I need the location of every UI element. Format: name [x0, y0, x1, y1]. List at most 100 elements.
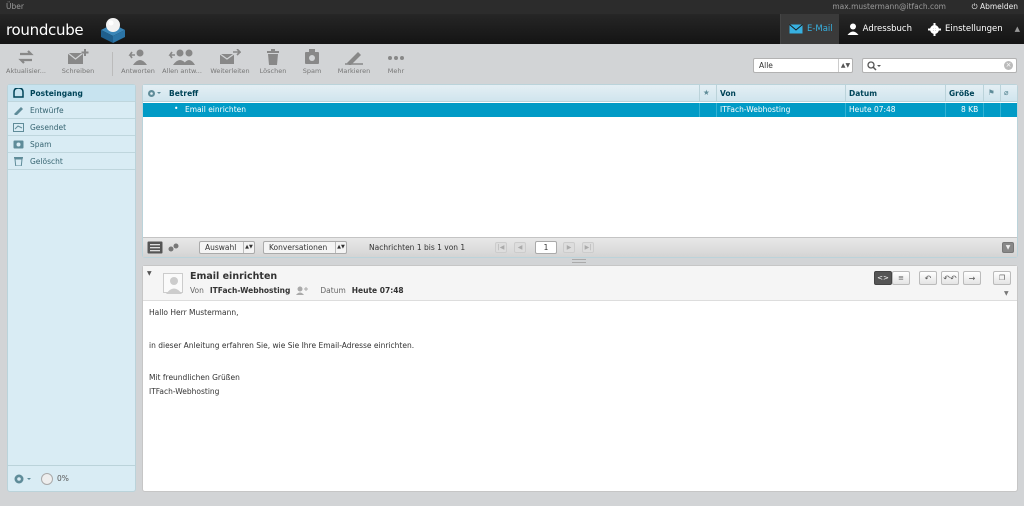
nav-settings-label: Einstellungen	[944, 24, 1003, 34]
next-page-icon[interactable]: ▶	[563, 242, 575, 253]
new-window-icon: ❐	[998, 274, 1006, 282]
row-subject: Email einrichten	[185, 105, 246, 114]
prev-page-icon[interactable]: ◀	[514, 242, 526, 253]
about-link[interactable]: Über	[6, 0, 24, 14]
spam-button[interactable]: Spam	[298, 49, 326, 83]
preview-meta: Von ITFach-Webhosting Datum Heute 07:48	[190, 286, 404, 295]
reply-preview-button[interactable]: ↶	[919, 271, 937, 285]
message-count: Nachrichten 1 bis 1 von 1	[369, 243, 466, 252]
list-header: Betreff ★ Von Datum Größe ⚑ ⌀	[143, 85, 1017, 102]
pane-splitter-handle[interactable]	[572, 259, 586, 263]
open-new-window-button[interactable]: ❐	[993, 271, 1011, 285]
spam-label: Spam	[302, 67, 322, 75]
code-icon: <>	[877, 274, 889, 282]
updown-arrow-icon: ▲▼	[838, 59, 852, 72]
column-from[interactable]: Von	[720, 89, 736, 98]
threads-icon[interactable]	[168, 243, 180, 252]
add-contact-icon[interactable]	[296, 286, 309, 295]
forward-button[interactable]: Weiterleiten	[206, 49, 254, 83]
app-header: roundcube E-Mail Adressbuch Einstellunge…	[0, 14, 1024, 44]
compose-mail-icon	[67, 49, 89, 64]
delete-button[interactable]: Löschen	[256, 49, 290, 83]
envelope-icon	[789, 24, 803, 34]
main-nav: E-Mail Adressbuch Einstellungen ▲	[779, 14, 1024, 44]
search-icon[interactable]	[867, 61, 881, 71]
html-view-button[interactable]: <>	[874, 271, 892, 285]
table-row[interactable]: • Email einrichten ITFach-Webhosting Heu…	[143, 103, 1017, 117]
folder-inbox-label: Posteingang	[30, 88, 83, 98]
top-info-bar: Über max.mustermann@itfach.com ⏻ Abmelde…	[0, 0, 1024, 14]
folder-inbox[interactable]: Posteingang	[8, 85, 135, 102]
avatar-person-icon	[166, 277, 182, 294]
logout-label: Abmelden	[979, 2, 1018, 11]
first-page-icon[interactable]: |◀	[495, 242, 507, 253]
logout-button[interactable]: ⏻ Abmelden	[972, 0, 1018, 14]
header-details-chevron-icon[interactable]: ▼	[1004, 290, 1009, 297]
message-preview: ▼ Email einrichten Von ITFach-Webhosting…	[142, 265, 1018, 492]
clear-search-icon[interactable]: ×	[1004, 61, 1013, 70]
spam-icon	[13, 140, 24, 149]
search-input[interactable]: ×	[862, 58, 1017, 73]
nav-mail-label: E-Mail	[806, 24, 833, 34]
list-options-gear-icon[interactable]	[147, 89, 163, 98]
compose-button[interactable]: Schreiben	[57, 49, 99, 83]
toggle-preview-icon[interactable]: ▼	[1002, 242, 1014, 253]
inbox-icon	[13, 88, 24, 98]
reply-all-button[interactable]: Allen antw...	[160, 49, 204, 83]
folder-sent[interactable]: Gesendet	[8, 119, 135, 136]
nav-addressbook[interactable]: Adressbuch	[839, 14, 920, 44]
mark-button[interactable]: Markieren	[334, 49, 374, 83]
plain-text-view-button[interactable]: ≡	[892, 271, 910, 285]
roundcube-logo[interactable]: roundcube	[6, 16, 126, 43]
body-line: Mit freundlichen Grüßen	[149, 373, 240, 382]
trash-icon	[267, 49, 279, 65]
column-flag-star-icon[interactable]: ★	[703, 88, 710, 97]
avatar	[163, 273, 183, 294]
reply-arrow-icon: ↶	[924, 273, 932, 283]
folder-drafts[interactable]: Entwürfe	[8, 102, 135, 119]
refresh-button[interactable]: Aktualisier...	[5, 49, 47, 83]
preview-header: ▼ Email einrichten Von ITFach-Webhosting…	[143, 266, 1017, 301]
nav-collapse-icon[interactable]: ▲	[1011, 14, 1024, 44]
threads-dropdown-label: Konversationen	[269, 243, 328, 252]
updown-arrow-icon: ▲▼	[243, 242, 254, 253]
more-button[interactable]: Mehr	[382, 49, 410, 83]
collapse-header-icon[interactable]: ▼	[147, 270, 152, 277]
folder-settings-gear-icon[interactable]	[13, 473, 33, 485]
sent-icon	[13, 123, 24, 132]
column-attachment-icon[interactable]: ⌀	[1004, 88, 1009, 97]
spam-trash-icon	[305, 49, 319, 64]
folder-drafts-label: Entwürfe	[30, 105, 64, 115]
preview-subject: Email einrichten	[190, 271, 278, 282]
page-number-input[interactable]: 1	[535, 241, 557, 254]
preview-date: Heute 07:48	[351, 286, 404, 295]
message-filter-select[interactable]: Alle ▲▼	[753, 58, 853, 73]
row-date: Heute 07:48	[849, 105, 896, 114]
power-icon: ⏻	[971, 2, 978, 11]
reply-all-arrow-icon: ↶↶	[943, 273, 957, 283]
folder-spam[interactable]: Spam	[8, 136, 135, 153]
nav-settings[interactable]: Einstellungen	[920, 14, 1011, 44]
reply-all-preview-button[interactable]: ↶↶	[941, 271, 959, 285]
from-label: Von	[190, 286, 204, 295]
forward-preview-button[interactable]: →	[963, 271, 981, 285]
text-lines-icon: ≡	[898, 274, 904, 282]
column-date[interactable]: Datum	[849, 89, 877, 98]
column-size[interactable]: Größe	[949, 89, 975, 98]
quota-value: 0%	[57, 474, 69, 483]
column-subject[interactable]: Betreff	[169, 89, 198, 98]
filter-value: Alle	[759, 61, 773, 70]
select-dropdown-label: Auswahl	[205, 243, 237, 252]
list-view-icon[interactable]	[147, 241, 163, 254]
body-line: ITFach-Webhosting	[149, 387, 220, 396]
unread-dot-icon: •	[174, 104, 179, 113]
threads-dropdown[interactable]: Konversationen ▲▼	[263, 241, 347, 254]
nav-mail[interactable]: E-Mail	[779, 14, 839, 44]
from-sender[interactable]: ITFach-Webhosting	[210, 286, 291, 295]
column-flag-icon[interactable]: ⚑	[988, 88, 995, 97]
last-page-icon[interactable]: ▶|	[582, 242, 594, 253]
reply-button[interactable]: Antworten	[120, 49, 156, 83]
more-dots-icon	[388, 56, 404, 60]
folder-trash[interactable]: Gelöscht	[8, 153, 135, 170]
select-dropdown[interactable]: Auswahl ▲▼	[199, 241, 255, 254]
